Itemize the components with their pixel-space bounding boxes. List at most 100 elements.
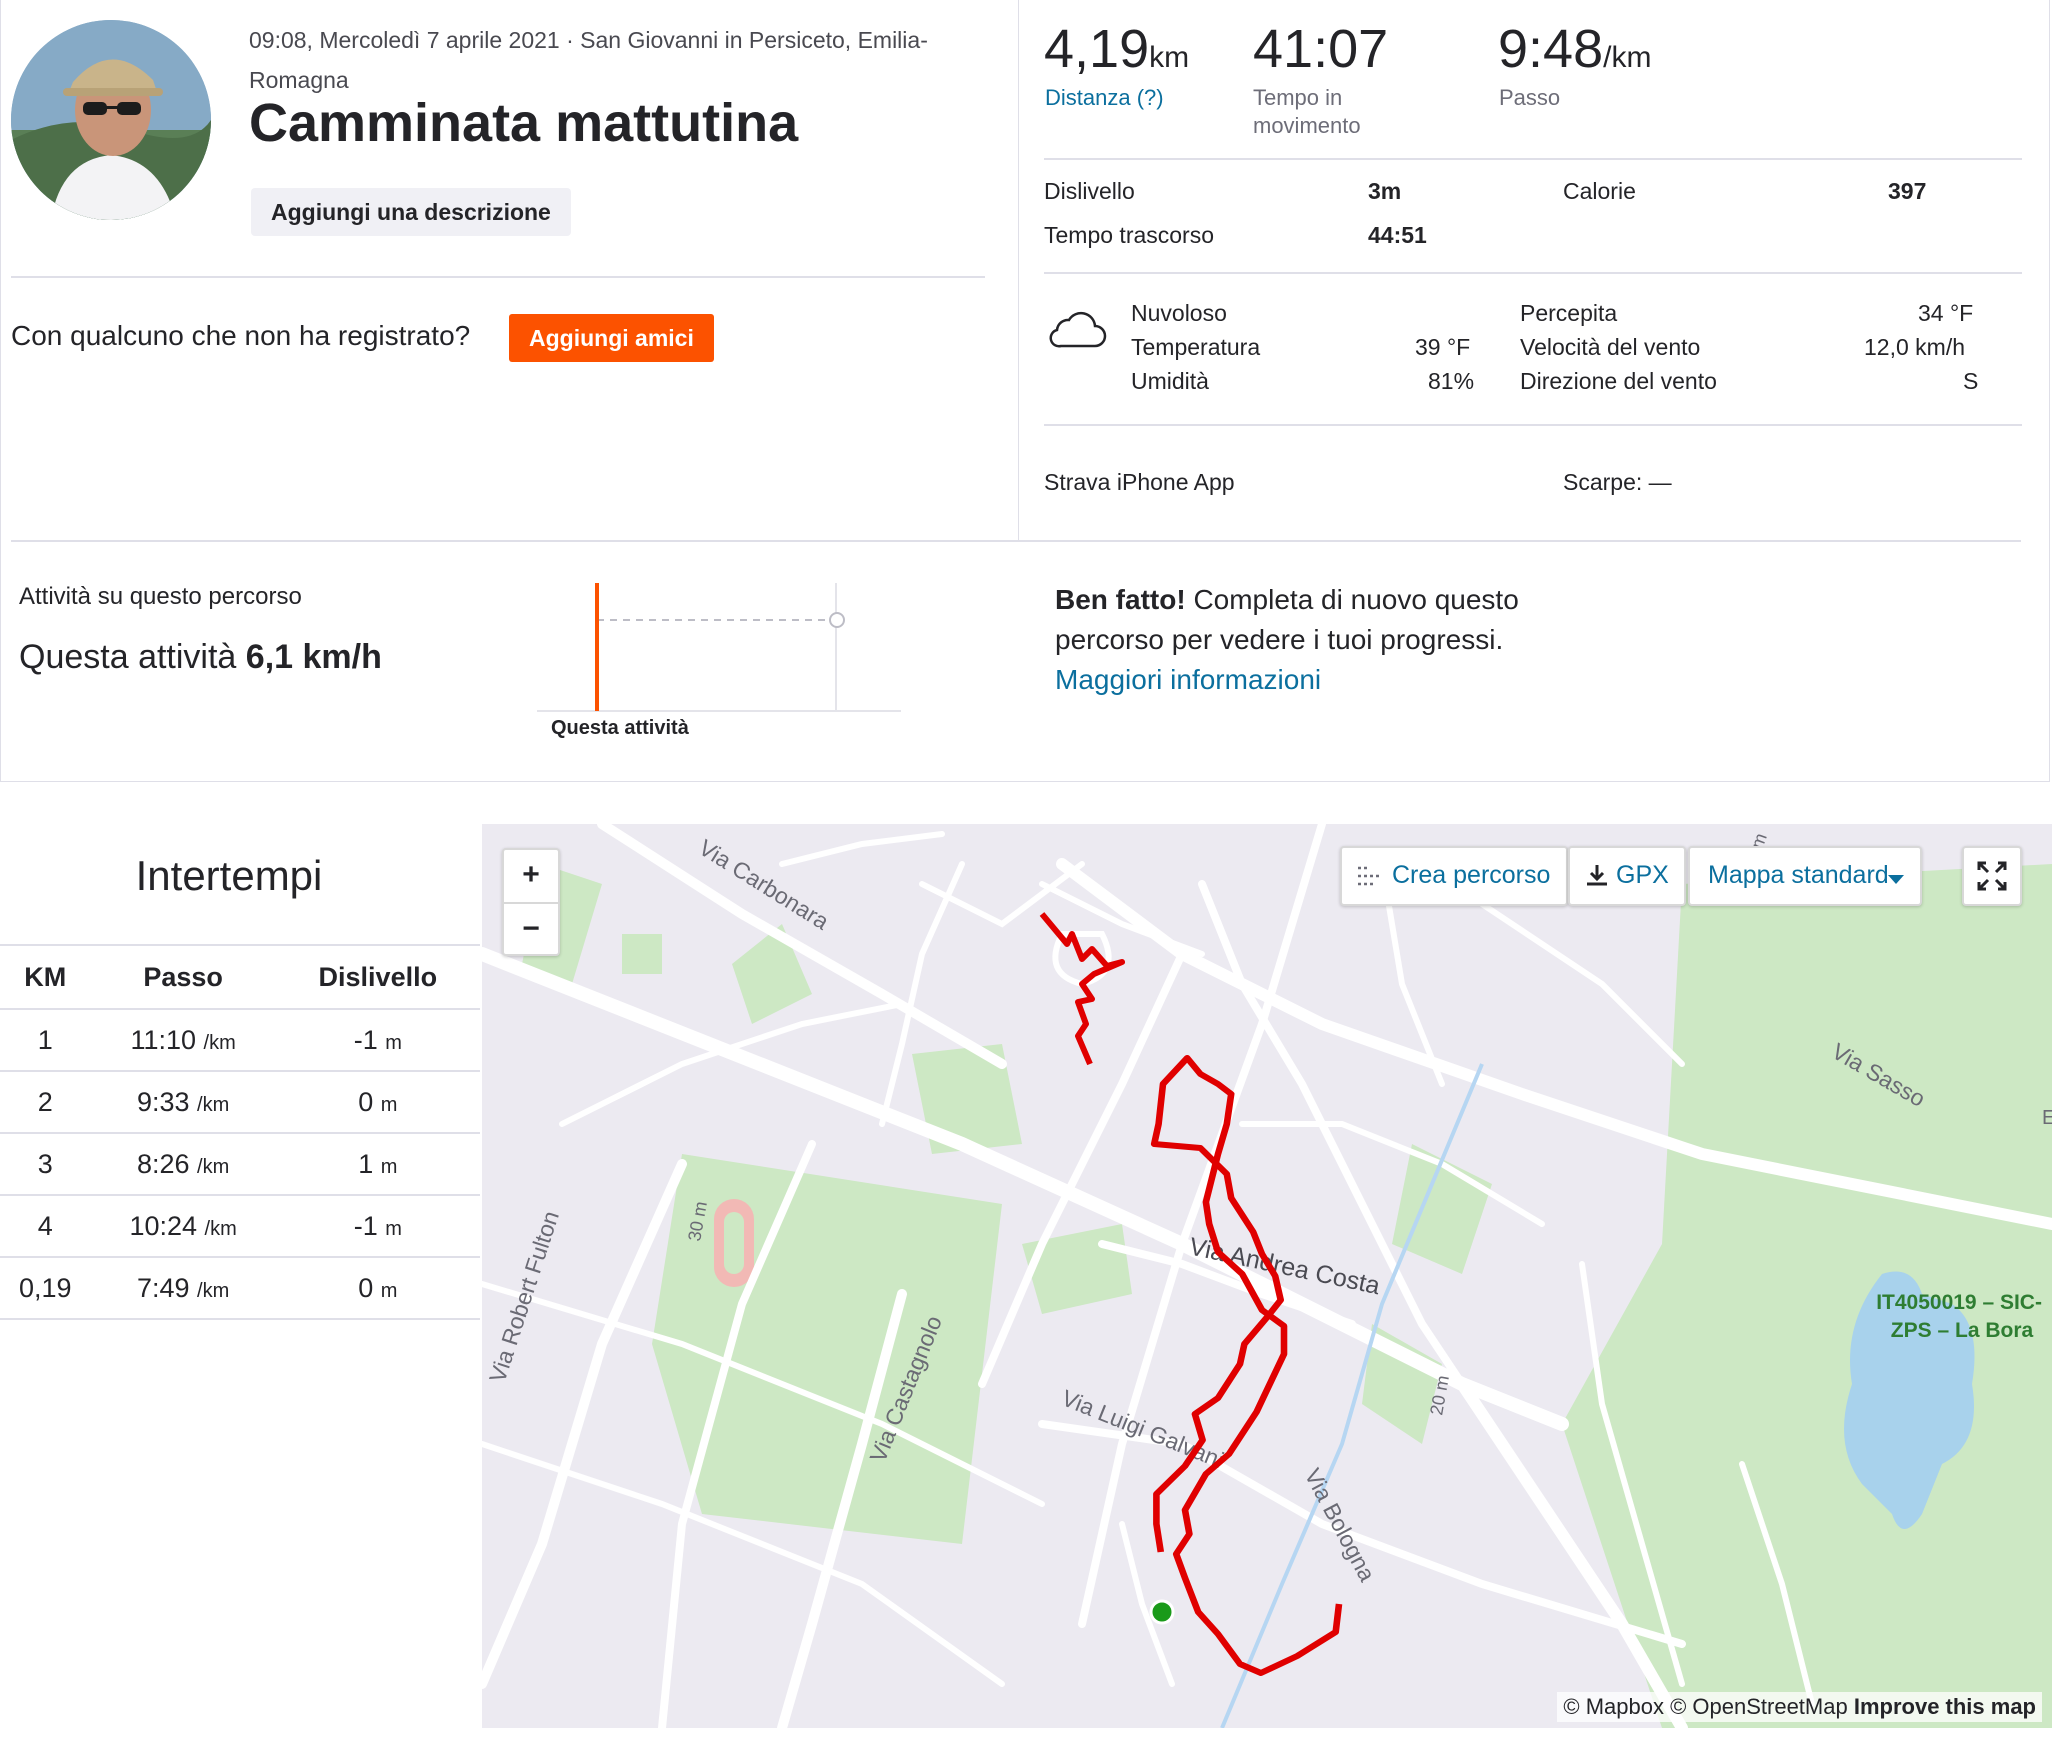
pace-label: Passo [1499, 85, 1561, 110]
activity-summary-card: 09:08, Mercoledì 7 aprile 2021 · San Gio… [0, 0, 2050, 782]
pace-unit: /km [1603, 41, 1652, 74]
divider [1044, 424, 2022, 426]
wind-direction-label: Direzione del vento [1520, 368, 1717, 394]
table-row: 2 9:33 /km 0 m [0, 1071, 480, 1134]
split-elevation: -1 m [275, 1009, 480, 1072]
splits-header-row: KM Passo Dislivello [0, 944, 480, 1010]
table-row: 4 10:24 /km -1 m [0, 1195, 480, 1258]
split-km: 3 [0, 1133, 91, 1196]
moving-time-value: 41:07 [1253, 19, 1389, 79]
street-label-via-bologna: Via Bologna [1300, 1464, 1381, 1586]
route-map[interactable]: Via Carbonara Via Sasso Via Robert Fulto… [482, 824, 2052, 1728]
zoom-in-button[interactable]: + [504, 850, 558, 902]
create-route-label: Crea percorso [1392, 861, 1551, 889]
wind-speed-value: 12,0 km/h [1864, 334, 1965, 360]
friends-question: Con qualcuno che non ha registrato? [11, 320, 471, 351]
this-activity-speed: Questa attività 6,1 km/h [19, 638, 382, 677]
improve-map-link[interactable]: Improve this map [1854, 1694, 2036, 1719]
route-comparison-chart: Questa attività [531, 575, 911, 760]
splits-table: KM Passo Dislivello 1 11:10 /km -1 m 2 9… [0, 944, 480, 1320]
zoom-out-button[interactable]: − [504, 902, 558, 956]
chart-point [829, 612, 845, 628]
distance-stat: 4,19km [1044, 18, 1189, 80]
header-km: KM [0, 944, 91, 1010]
split-elevation: 0 m [275, 1071, 480, 1134]
cloud-icon [1047, 306, 1107, 355]
distance-value: 4,19 [1044, 19, 1150, 79]
divider [1044, 158, 2022, 160]
calories-label: Calorie [1563, 178, 1636, 204]
splits-title: Intertempi [135, 852, 323, 899]
speed-value: 6,1 km/h [245, 638, 382, 676]
activity-route-main [1150, 1055, 1343, 1676]
create-route-button[interactable]: Crea percorso [1340, 846, 1568, 906]
header-pace: Passo [90, 944, 276, 1010]
fullscreen-icon [1976, 860, 2008, 897]
elevation-value: 3m [1368, 178, 1402, 204]
map-attribution: © Mapbox © OpenStreetMap Improve this ma… [1557, 1692, 2042, 1722]
chart-label: Questa attività [551, 717, 689, 739]
elapsed-time-value: 44:51 [1368, 222, 1427, 248]
wind-direction-value: S [1963, 368, 1979, 394]
split-pace: 7:49 /km [90, 1257, 276, 1320]
map-style-dropdown[interactable]: Mappa standard [1688, 846, 1922, 906]
splits-panel: Intertempi KM Passo Dislivello 1 11:10 /… [0, 824, 482, 1728]
map-style-label: Mappa standard [1708, 861, 1889, 889]
zoom-controls: + − [502, 848, 560, 956]
feels-like-label: Percepita [1520, 300, 1618, 326]
shoes-info: Scarpe: — [1563, 469, 1672, 495]
distance-unit: km [1149, 41, 1190, 74]
moving-time-label: Tempo in movimento [1253, 85, 1361, 138]
activity-title: Camminata mattutina [249, 93, 799, 153]
route-activities-title: Attività su questo percorso [19, 583, 302, 610]
humidity-label: Umidità [1131, 368, 1209, 394]
attribution-text[interactable]: © Mapbox © OpenStreetMap [1563, 1694, 1847, 1719]
edge-label-e: E [2042, 1107, 2052, 1129]
calories-value: 397 [1888, 178, 1927, 204]
poi-label-line-1: IT4050019 – SIC- [1876, 1291, 2042, 1314]
pace-value: 9:48 [1498, 19, 1604, 79]
distance-label-link[interactable]: Distanza (?) [1045, 84, 1164, 112]
split-km: 2 [0, 1071, 91, 1134]
split-pace: 9:33 /km [90, 1071, 276, 1134]
caret-down-icon [1888, 872, 1904, 890]
table-row: 1 11:10 /km -1 m [0, 1009, 480, 1072]
street-label-via-robert-fulton: Via Robert Fulton [484, 1208, 564, 1386]
divider [11, 540, 2021, 542]
download-icon [1584, 862, 1610, 893]
avatar[interactable] [11, 20, 211, 220]
well-done-bold: Ben fatto! [1055, 584, 1186, 615]
elevation-label: Dislivello [1044, 178, 1135, 204]
divider [11, 276, 985, 278]
add-description-button[interactable]: Aggiungi una descrizione [251, 188, 571, 236]
split-km: 0,19 [0, 1257, 91, 1320]
gpx-download-button[interactable]: GPX [1568, 846, 1686, 906]
gpx-label: GPX [1616, 861, 1669, 889]
weather-condition: Nuvoloso [1131, 300, 1227, 326]
wind-speed-label: Velocità del vento [1520, 334, 1701, 360]
route-start-marker [1149, 1599, 1175, 1625]
street-label-via-carbonara: Via Carbonara [694, 834, 833, 935]
add-friends-button[interactable]: Aggiungi amici [509, 314, 714, 362]
temperature-label: Temperatura [1131, 334, 1261, 360]
split-elevation: 0 m [275, 1257, 480, 1320]
split-pace: 8:26 /km [90, 1133, 276, 1196]
well-done-message: Ben fatto! Completa di nuovo questo perc… [1055, 580, 1525, 700]
table-row: 0,19 7:49 /km 0 m [0, 1257, 480, 1320]
split-elevation: 1 m [275, 1133, 480, 1196]
fullscreen-button[interactable] [1962, 846, 2022, 906]
split-pace: 11:10 /km [90, 1009, 276, 1072]
split-km: 4 [0, 1195, 91, 1258]
speed-prefix: Questa attività [19, 638, 237, 676]
split-km: 1 [0, 1009, 91, 1072]
device-app-link[interactable]: Strava iPhone App [1044, 465, 1235, 499]
pace-stat: 9:48/km [1498, 18, 1651, 80]
feels-like-value: 34 °F [1918, 300, 1974, 326]
temperature-value: 39 °F [1415, 334, 1471, 360]
more-info-link[interactable]: Maggiori informazioni [1055, 664, 1321, 695]
column-divider [1018, 0, 1019, 540]
humidity-value: 81% [1428, 368, 1475, 394]
elapsed-time-label: Tempo trascorso [1044, 222, 1215, 248]
poi-label-line-2: ZPS – La Bora [1891, 1319, 2034, 1342]
split-pace: 10:24 /km [90, 1195, 276, 1258]
